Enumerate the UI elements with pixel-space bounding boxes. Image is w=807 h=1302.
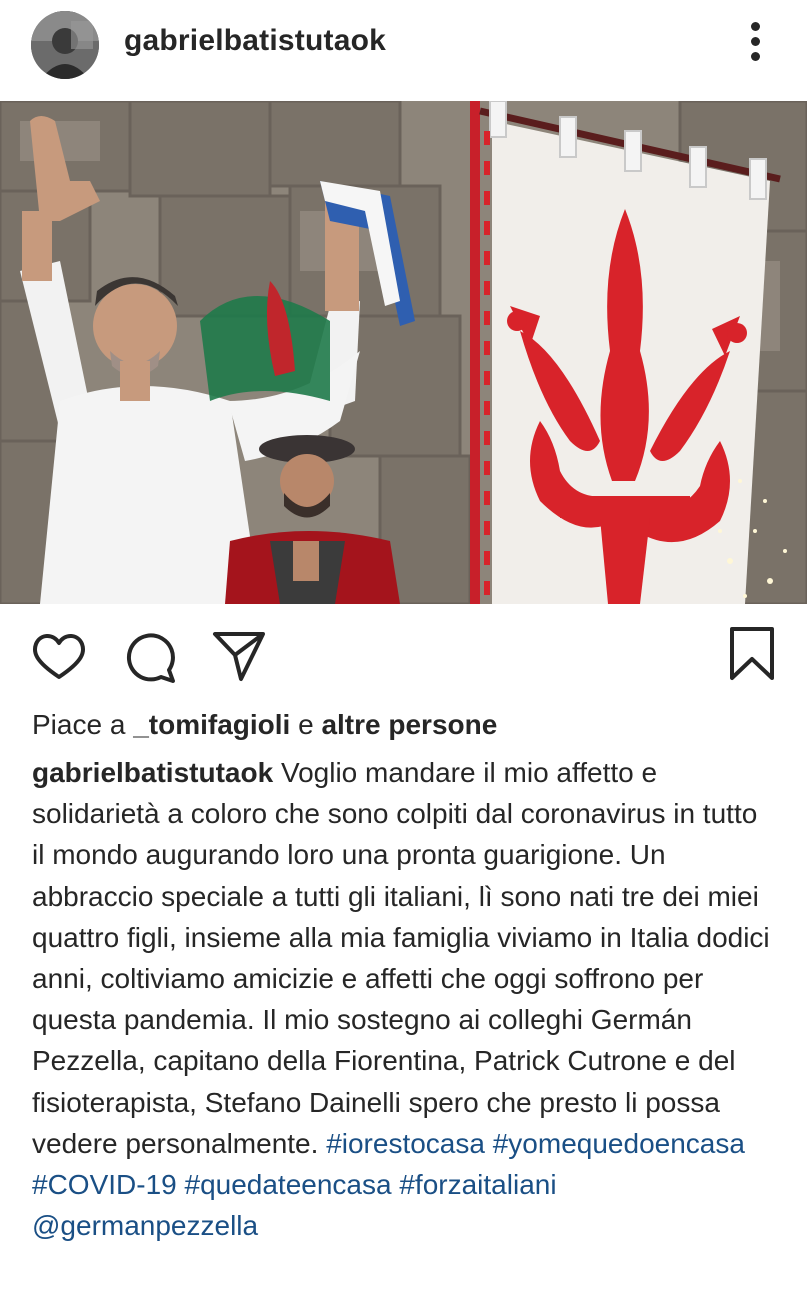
hashtag-iorestocasa[interactable]: #iorestocasa [326, 1128, 485, 1159]
caption-text: Voglio mandare il mio affetto e solidari… [32, 757, 770, 1159]
avatar[interactable] [31, 11, 99, 79]
hashtag-covid-19[interactable]: #COVID-19 [32, 1169, 177, 1200]
likes-joiner: e [298, 709, 314, 740]
likes-others[interactable]: altre persone [321, 709, 497, 740]
likes-summary[interactable]: Piace a _tomifagioli e altre persone [32, 709, 497, 741]
hashtag-quedateencasa[interactable]: #quedateencasa [185, 1169, 392, 1200]
heart-icon[interactable] [31, 630, 87, 682]
send-icon[interactable] [212, 630, 266, 682]
post-actions [0, 620, 807, 690]
more-vertical-icon[interactable] [740, 22, 770, 66]
likes-prefix: Piace a [32, 709, 126, 740]
mention-germanpezzella[interactable]: @germanpezzella [32, 1210, 258, 1241]
bookmark-icon[interactable] [728, 626, 776, 682]
post-header: gabrielbatistutaok [0, 0, 807, 100]
comment-icon[interactable] [121, 630, 177, 684]
caption-username[interactable]: gabrielbatistutaok [32, 757, 273, 788]
hashtag-forzaitaliani[interactable]: #forzaitaliani [399, 1169, 556, 1200]
hashtag-yomequedoencasa[interactable]: #yomequedoencasa [493, 1128, 745, 1159]
post-caption: gabrielbatistutaok Voglio mandare il mio… [32, 752, 772, 1246]
post-photo[interactable] [0, 101, 807, 604]
post-username[interactable]: gabrielbatistutaok [124, 24, 386, 58]
liker-username[interactable]: _tomifagioli [133, 709, 290, 740]
